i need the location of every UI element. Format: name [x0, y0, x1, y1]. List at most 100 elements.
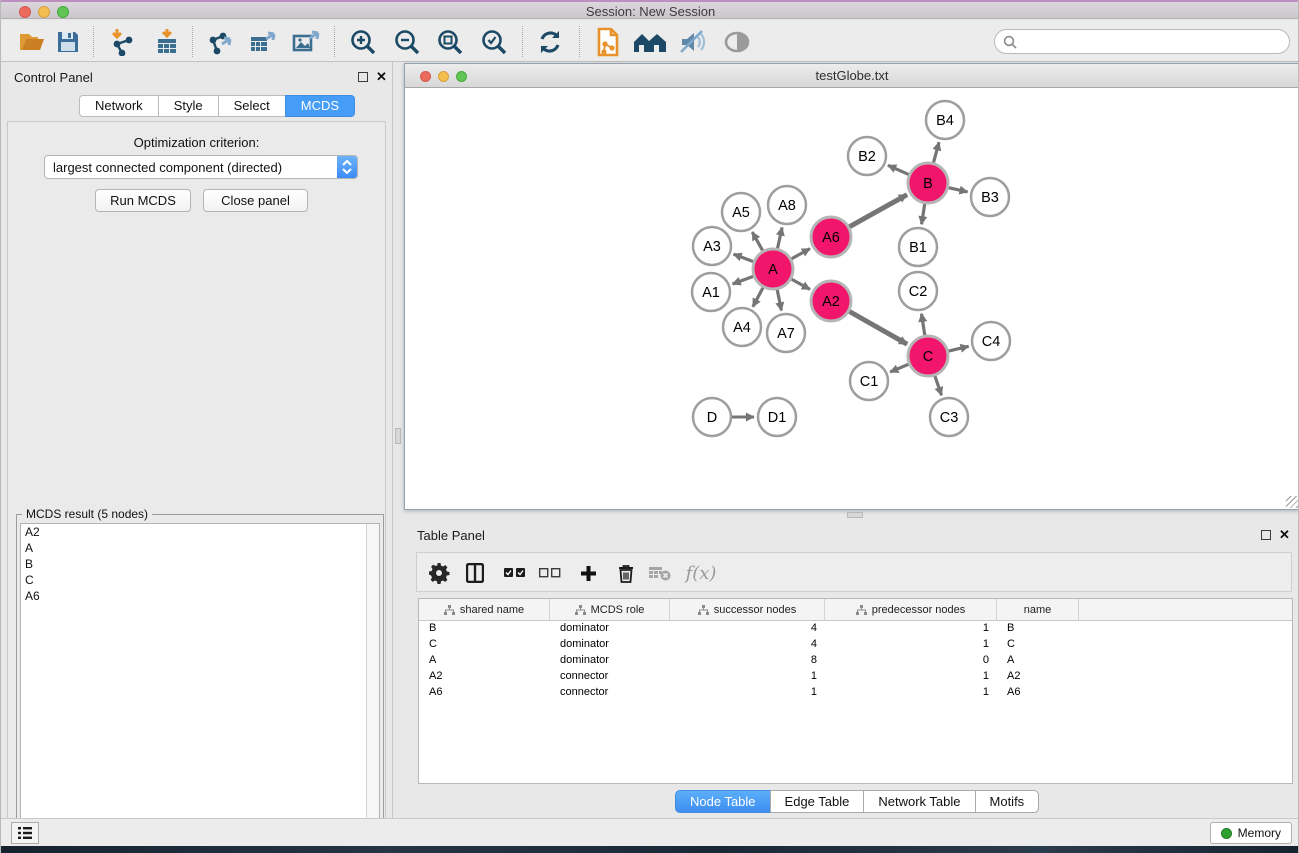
- edge-A2-C[interactable]: [848, 311, 907, 344]
- apply-preferred-layout-icon[interactable]: [532, 24, 568, 60]
- edge-A-A2[interactable]: [791, 279, 810, 290]
- tab-node-table[interactable]: Node Table: [675, 790, 771, 813]
- table-cell[interactable]: connector: [550, 685, 670, 701]
- table-row[interactable]: A2connector11A2: [419, 669, 1292, 685]
- select-all-icon[interactable]: [499, 557, 531, 589]
- node-D1[interactable]: D1: [758, 398, 796, 436]
- edge-A-A8[interactable]: [777, 227, 782, 249]
- tab-network-table[interactable]: Network Table: [863, 790, 975, 813]
- table-cell[interactable]: B: [419, 621, 550, 637]
- result-item[interactable]: B: [21, 556, 379, 572]
- edge-B-B1[interactable]: [922, 203, 925, 225]
- table-cell[interactable]: B: [997, 621, 1079, 637]
- delete-table-icon[interactable]: [644, 557, 676, 589]
- node-A1[interactable]: A1: [692, 273, 730, 311]
- table-row[interactable]: A6connector11A6: [419, 685, 1292, 701]
- edge-C-C1[interactable]: [890, 364, 909, 372]
- node-A5[interactable]: A5: [722, 193, 760, 231]
- edge-A6-B[interactable]: [848, 195, 907, 228]
- table-cell[interactable]: 0: [825, 653, 997, 669]
- table-row[interactable]: Cdominator41C: [419, 637, 1292, 653]
- node-B[interactable]: B: [908, 163, 948, 203]
- edge-A-A4[interactable]: [753, 287, 764, 307]
- column-header-predecessor-nodes[interactable]: predecessor nodes: [825, 599, 997, 621]
- export-image-icon[interactable]: [288, 24, 324, 60]
- mcds-result-list[interactable]: A2ABCA6: [20, 523, 380, 852]
- import-table-icon[interactable]: [149, 24, 185, 60]
- resize-grip[interactable]: [1286, 496, 1298, 508]
- table-cell[interactable]: 1: [670, 685, 825, 701]
- edge-A-A7[interactable]: [777, 289, 781, 311]
- float-panel-icon[interactable]: [358, 72, 368, 82]
- result-item[interactable]: A6: [21, 588, 379, 604]
- table-cell[interactable]: A2: [997, 669, 1079, 685]
- panel-divider-handle[interactable]: [847, 512, 863, 518]
- node-table[interactable]: shared nameMCDS rolesuccessor nodesprede…: [418, 598, 1293, 784]
- new-network-from-selection-icon[interactable]: [590, 24, 626, 60]
- table-cell[interactable]: 4: [670, 621, 825, 637]
- home-icon[interactable]: [631, 24, 667, 60]
- column-header-mcds-role[interactable]: MCDS role: [550, 599, 670, 621]
- tab-motifs[interactable]: Motifs: [975, 790, 1040, 813]
- open-file-icon[interactable]: [14, 24, 50, 60]
- deselect-all-icon[interactable]: [534, 557, 566, 589]
- table-cell[interactable]: A: [419, 653, 550, 669]
- close-panel-icon[interactable]: ✕: [1279, 528, 1290, 542]
- tab-select[interactable]: Select: [218, 95, 286, 117]
- tab-edge-table[interactable]: Edge Table: [770, 790, 865, 813]
- node-A7[interactable]: A7: [767, 314, 805, 352]
- network-window-titlebar[interactable]: testGlobe.txt: [405, 64, 1299, 88]
- result-item[interactable]: C: [21, 572, 379, 588]
- table-cell[interactable]: 1: [825, 669, 997, 685]
- tab-mcds[interactable]: MCDS: [285, 95, 355, 117]
- zoom-fit-icon[interactable]: [432, 24, 468, 60]
- table-cell[interactable]: C: [997, 637, 1079, 653]
- node-A[interactable]: A: [753, 249, 793, 289]
- tab-style[interactable]: Style: [158, 95, 219, 117]
- table-cell[interactable]: 1: [825, 685, 997, 701]
- column-header-name[interactable]: name: [997, 599, 1079, 621]
- zoom-in-icon[interactable]: [345, 24, 381, 60]
- table-cell[interactable]: 8: [670, 653, 825, 669]
- edge-A-A6[interactable]: [791, 249, 810, 260]
- edge-A-A1[interactable]: [733, 276, 755, 284]
- node-D[interactable]: D: [693, 398, 731, 436]
- table-cell[interactable]: dominator: [550, 653, 670, 669]
- table-cell[interactable]: A6: [997, 685, 1079, 701]
- search-input[interactable]: [1022, 32, 1289, 52]
- node-C4[interactable]: C4: [972, 322, 1010, 360]
- close-panel-icon[interactable]: ✕: [376, 70, 387, 84]
- panel-divider-handle[interactable]: [395, 428, 401, 444]
- node-A4[interactable]: A4: [723, 308, 761, 346]
- table-row[interactable]: Bdominator41B: [419, 621, 1292, 637]
- node-B2[interactable]: B2: [848, 137, 886, 175]
- save-session-icon[interactable]: [50, 24, 86, 60]
- show-columns-icon[interactable]: [459, 557, 491, 589]
- task-history-button[interactable]: [11, 822, 39, 844]
- delete-column-trash-icon[interactable]: [610, 557, 642, 589]
- edge-C-C3[interactable]: [935, 375, 942, 395]
- hide-annotations-icon[interactable]: [674, 24, 710, 60]
- table-cell[interactable]: 4: [670, 637, 825, 653]
- node-C3[interactable]: C3: [930, 398, 968, 436]
- export-network-icon[interactable]: [202, 24, 238, 60]
- optimization-criterion-select[interactable]: largest connected component (directed): [44, 155, 358, 179]
- node-A3[interactable]: A3: [693, 227, 731, 265]
- zoom-out-icon[interactable]: [389, 24, 425, 60]
- table-cell[interactable]: 1: [670, 669, 825, 685]
- table-cell[interactable]: 1: [825, 637, 997, 653]
- edge-A-A3[interactable]: [734, 254, 755, 262]
- table-cell[interactable]: A2: [419, 669, 550, 685]
- node-B1[interactable]: B1: [899, 228, 937, 266]
- zoom-selected-icon[interactable]: [476, 24, 512, 60]
- export-table-icon[interactable]: [245, 24, 281, 60]
- table-cell[interactable]: C: [419, 637, 550, 653]
- table-cell[interactable]: A: [997, 653, 1079, 669]
- scrollbar-track[interactable]: [366, 524, 379, 851]
- table-cell[interactable]: 1: [825, 621, 997, 637]
- import-network-icon[interactable]: [104, 24, 140, 60]
- table-cell[interactable]: A6: [419, 685, 550, 701]
- show-graphics-details-icon[interactable]: [719, 24, 755, 60]
- edge-C-C2[interactable]: [921, 314, 924, 337]
- table-settings-gear-icon[interactable]: [423, 557, 455, 589]
